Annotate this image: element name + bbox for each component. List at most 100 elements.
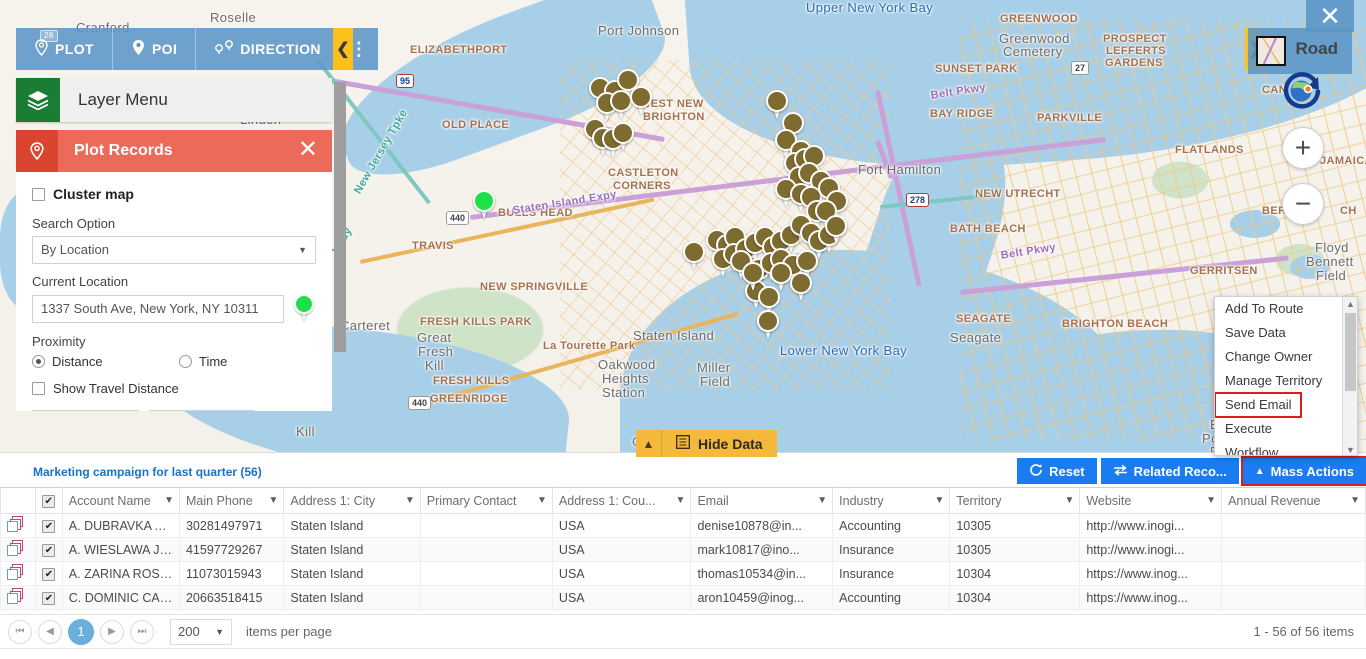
header-website[interactable]: Website ▼ (1079, 487, 1223, 514)
context-menu-item[interactable]: Workflow (1215, 441, 1357, 455)
header-industry[interactable]: Industry ▼ (832, 487, 951, 514)
header-account-name[interactable]: Account Name ▼ (61, 487, 180, 514)
header-primary-contact[interactable]: Primary Contact ▼ (419, 487, 553, 514)
map-label: La Tourette Park (543, 340, 636, 352)
zoom-out-button[interactable]: − (1282, 183, 1324, 225)
current-location-input[interactable]: 1337 South Ave, New York, NY 10311 (32, 295, 284, 323)
map-record-pin[interactable] (610, 90, 632, 120)
panel-collapse-left-button[interactable]: ❮ (333, 28, 353, 70)
map-record-pin[interactable] (742, 262, 764, 292)
table-cell (419, 561, 553, 586)
row-checkbox[interactable]: ✔ (35, 585, 63, 610)
funnel-icon[interactable]: ▼ (537, 495, 547, 506)
search-option-group: Search Option By Location (32, 216, 316, 264)
toolbar-plot-button[interactable]: 28 PLOT (16, 28, 113, 70)
map-record-pin[interactable] (770, 262, 792, 292)
funnel-icon[interactable]: ▼ (269, 495, 279, 506)
funnel-icon[interactable]: ▼ (934, 495, 944, 506)
funnel-icon[interactable]: ▼ (676, 495, 686, 506)
scroll-down-icon[interactable]: ▼ (1346, 445, 1355, 455)
records-stack-icon[interactable] (0, 513, 37, 538)
records-stack-icon[interactable] (0, 537, 37, 562)
map-record-pin[interactable] (757, 310, 779, 340)
search-option-select[interactable]: By Location (32, 236, 316, 264)
grid-toolbar: Marketing campaign for last quarter (56)… (0, 453, 1366, 487)
map-label: Station (602, 385, 646, 400)
proximity-time-radio[interactable]: Time (179, 354, 316, 369)
map-label: Field (700, 374, 731, 389)
prev-page-button[interactable]: ◀ (38, 619, 62, 644)
context-menu-item[interactable]: Change Owner (1215, 345, 1357, 369)
page-size-select[interactable]: 200 ▼ (170, 618, 232, 645)
table-cell: Accounting (832, 513, 951, 538)
page-number-1[interactable]: 1 (68, 618, 94, 645)
first-page-button[interactable]: ⏮ (8, 619, 32, 644)
map-record-pin[interactable] (630, 86, 652, 116)
header-address-country[interactable]: Address 1: Cou... ▼ (551, 487, 692, 514)
funnel-icon[interactable]: ▼ (817, 495, 827, 506)
proximity-distance-radio[interactable]: Distance (32, 354, 169, 369)
distance-input[interactable] (32, 410, 139, 411)
row-checkbox[interactable]: ✔ (35, 561, 63, 586)
select-all-checkbox[interactable]: ✔ (42, 495, 56, 508)
compass-globe-icon[interactable] (1280, 68, 1324, 112)
plot-records-close-icon[interactable]: ✕ (298, 138, 318, 162)
next-page-button[interactable]: ▶ (100, 619, 124, 644)
header-annual-revenue[interactable]: Annual Revenue ▼ (1221, 487, 1366, 514)
last-page-button[interactable]: ⏭ (130, 619, 154, 644)
context-menu-item[interactable]: Execute (1215, 417, 1357, 441)
close-icon[interactable]: ✕ (1306, 0, 1354, 32)
items-per-page-label: items per page (246, 624, 332, 639)
grid-title[interactable]: Marketing campaign for last quarter (56) (33, 465, 262, 479)
records-stack-icon[interactable] (0, 561, 37, 586)
current-location-pin-icon[interactable] (294, 294, 316, 324)
header-address-city[interactable]: Address 1: City ▼ (283, 487, 421, 514)
reset-button[interactable]: Reset (1017, 458, 1097, 484)
map-record-pin[interactable] (683, 241, 705, 271)
table-cell: Accounting (832, 585, 951, 610)
header-email[interactable]: Email ▼ (690, 487, 834, 514)
context-menu-item[interactable]: Add To Route (1215, 297, 1357, 321)
table-row[interactable]: ✔ A. ZARINA ROSS ... 11073015943 Staten Isl… (0, 561, 1366, 586)
mass-actions-button[interactable]: ▲ Mass Actions (1240, 456, 1366, 486)
current-location-pin[interactable] (473, 190, 495, 220)
zoom-in-button[interactable]: + (1282, 127, 1324, 169)
hide-data-button[interactable]: ▲ Hide Data (636, 430, 777, 457)
table-row[interactable]: ✔ A. DUBRAVKA AN... 30281497971 Staten Isla… (0, 513, 1366, 538)
funnel-icon[interactable]: ▼ (1206, 495, 1216, 506)
cluster-map-row[interactable]: Cluster map (32, 186, 316, 202)
left-panel-scrollbar[interactable] (334, 82, 346, 352)
map-record-pin[interactable] (790, 272, 812, 302)
header-main-phone[interactable]: Main Phone ▼ (178, 487, 285, 514)
map-label: PROSPECT (1103, 33, 1167, 45)
context-menu-item[interactable]: Manage Territory (1215, 369, 1357, 393)
scroll-up-icon[interactable]: ▲ (1346, 299, 1355, 309)
map-record-pin[interactable] (612, 122, 634, 152)
related-records-button[interactable]: Related Reco... (1100, 458, 1239, 484)
layer-menu-header[interactable]: Layer Menu (16, 78, 332, 122)
context-menu-scrollbar[interactable]: ▲ ▼ (1342, 297, 1357, 455)
table-row[interactable]: ✔ C. DOMINIC CAR... 20663518415 Staten Isla… (0, 585, 1366, 610)
row-checkbox[interactable]: ✔ (35, 537, 63, 562)
show-travel-distance-row[interactable]: Show Travel Distance (32, 381, 316, 396)
header-territory[interactable]: Territory ▼ (949, 487, 1081, 514)
table-row[interactable]: ✔ A. WIESLAWA JAS... 41597729267 Staten Isl… (0, 537, 1366, 562)
toolbar-poi-button[interactable]: POI (113, 28, 197, 70)
map-record-pin[interactable] (825, 215, 847, 245)
funnel-icon[interactable]: ▼ (1064, 495, 1074, 506)
funnel-icon[interactable]: ▼ (164, 495, 174, 506)
unit-select[interactable]: Miles (148, 410, 256, 411)
table-cell: https://www.inog... (1079, 585, 1223, 610)
records-stack-icon[interactable] (0, 585, 37, 610)
cluster-map-checkbox[interactable] (32, 187, 45, 201)
funnel-icon[interactable]: ▼ (405, 495, 415, 506)
table-cell (419, 537, 553, 562)
context-menu-item[interactable]: Send Email (1215, 392, 1303, 418)
scrollbar-thumb[interactable] (1345, 313, 1356, 391)
funnel-icon[interactable]: ▼ (1350, 495, 1360, 506)
context-menu-item[interactable]: Save Data (1215, 321, 1357, 345)
header-select-all[interactable]: ✔ (35, 487, 63, 514)
row-checkbox[interactable]: ✔ (35, 513, 63, 538)
show-travel-distance-checkbox[interactable] (32, 382, 45, 395)
toolbar-direction-button[interactable]: DIRECTION (196, 28, 340, 70)
